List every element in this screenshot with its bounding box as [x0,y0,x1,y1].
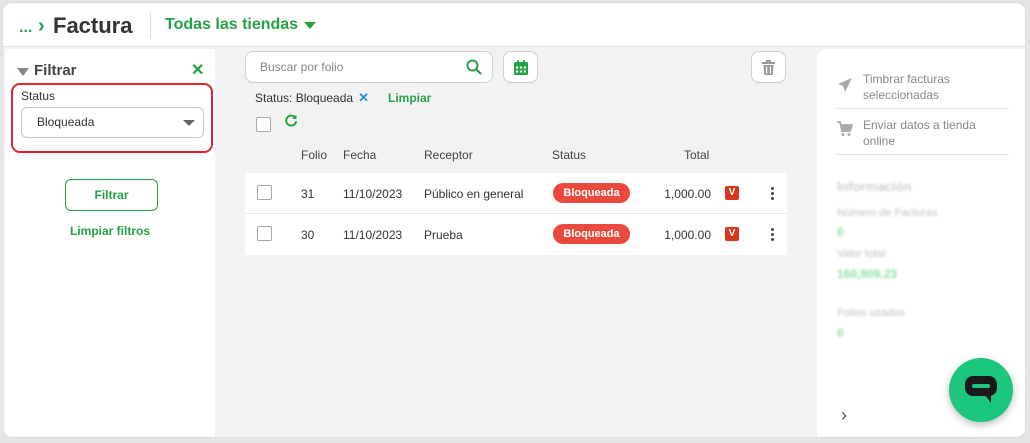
status-select-value: Bloqueada [37,115,95,129]
active-filter-text: Status: Bloqueada [255,91,354,105]
clear-filters-link[interactable]: Limpiar filtros [5,224,215,238]
cell-total: 1,000.00 [664,228,711,242]
cell-folio: 31 [301,187,315,201]
row-menu-icon[interactable] [766,226,778,244]
trash-icon [762,59,775,75]
info-label: Folios usados [837,307,905,319]
refresh-icon[interactable] [284,114,298,133]
status-badge: Bloqueada [553,224,630,244]
table-row[interactable]: 30 11/10/2023 Prueba Bloqueada 1,000.00 … [245,214,787,255]
delete-button[interactable] [751,51,786,83]
filter-panel: Filtrar ✕ Status Bloqueada Filtrar Limpi… [5,49,215,437]
calendar-icon [513,59,528,75]
info-title: Información [837,179,912,194]
cell-fecha: 11/10/2023 [343,228,403,242]
table-row[interactable]: 31 11/10/2023 Público en general Bloquea… [245,173,787,214]
stamp-invoices-label: Timbrar facturas seleccionadas [863,72,950,102]
page-title: Factura [53,13,133,38]
stamp-invoices-action[interactable]: Timbrar facturas seleccionadas [837,71,1007,103]
info-value: 0 [837,225,844,239]
send-icon [838,78,852,92]
status-label: Status [21,89,56,103]
status-filter-highlight: Status Bloqueada [11,83,213,153]
column-header-receptor: Receptor [424,148,473,162]
invoice-flag-badge[interactable]: V [725,186,739,200]
column-header-fecha: Fecha [343,148,377,162]
apply-filter-button[interactable]: Filtrar [65,179,158,211]
row-checkbox[interactable] [257,226,272,241]
close-icon[interactable]: ✕ [191,60,204,80]
info-value: 0 [837,326,844,340]
store-selector[interactable]: Todas las tiendas [165,16,317,34]
cart-icon [837,121,853,136]
breadcrumb-dots[interactable]: ... [19,19,32,37]
cell-receptor: Público en general [424,187,524,201]
breadcrumb-chevron-icon: › [38,15,45,37]
column-header-folio: Folio [301,148,328,162]
row-checkbox[interactable] [257,185,272,200]
caret-down-icon [183,120,195,126]
action-divider [837,108,1009,109]
caret-down-icon [304,21,317,29]
invoice-flag-badge[interactable]: V [725,227,739,241]
cell-fecha: 11/10/2023 [343,187,403,201]
row-menu-icon[interactable] [766,185,778,203]
column-header-status: Status [552,148,587,162]
title-divider [150,12,151,38]
send-online-store-label: Enviar datos a tienda online [863,118,976,148]
filter-title: Filtrar [34,62,77,79]
info-value: 160,909.23 [837,267,898,281]
status-select[interactable]: Bloqueada [21,107,204,138]
chat-icon [965,376,997,403]
select-all-checkbox[interactable] [256,117,271,132]
search-input[interactable] [260,60,455,74]
filter-header: Filtrar [17,62,77,79]
top-bar: ... › Factura Todas las tiendas [3,3,1025,47]
search-icon[interactable] [466,59,482,80]
action-divider [837,154,1009,155]
status-badge: Bloqueada [553,183,630,203]
info-label: Número de Facturas [837,207,938,219]
active-filter-chip: Status: Bloqueada ✕ Limpiar [255,90,431,106]
app-window: ... › Factura Todas las tiendas Filtrar … [2,2,1026,438]
clear-active-filters-link[interactable]: Limpiar [388,91,431,105]
remove-filter-icon[interactable]: ✕ [358,90,369,106]
chat-button[interactable] [949,358,1013,422]
column-header-total: Total [684,148,710,162]
store-selector-label: Todas las tiendas [165,16,299,33]
chevron-right-icon[interactable]: › [841,405,847,426]
search-box [245,51,493,83]
funnel-icon [17,67,29,76]
info-label: Valor total [837,248,886,260]
cell-total: 1,000.00 [664,187,711,201]
date-filter-button[interactable] [503,51,538,83]
invoice-table-body: 31 11/10/2023 Público en general Bloquea… [245,173,787,255]
cell-folio: 30 [301,228,315,242]
cell-receptor: Prueba [424,228,463,242]
send-online-store-action[interactable]: Enviar datos a tienda online [837,117,1007,149]
